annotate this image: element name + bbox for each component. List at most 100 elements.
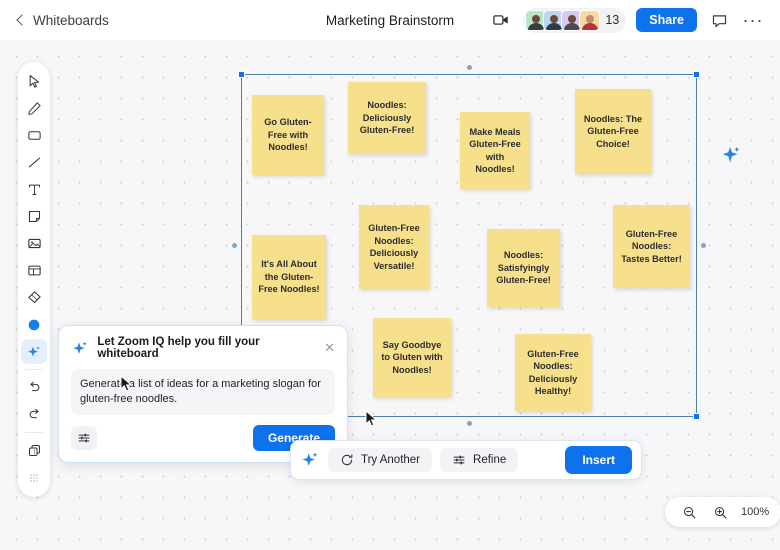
pencil-icon xyxy=(27,102,41,115)
grid-dots-icon xyxy=(30,473,38,482)
left-toolbar: 1 xyxy=(18,62,50,497)
zoom-in-button[interactable] xyxy=(708,500,732,524)
text-t-icon xyxy=(28,184,40,195)
chat-button[interactable] xyxy=(707,8,731,32)
sticky-note-4[interactable]: Noodles: The Gluten-Free Choice! xyxy=(575,89,651,174)
selection-mid-dot-top[interactable] xyxy=(466,65,472,70)
insert-button[interactable]: Insert xyxy=(565,446,632,474)
ai-result-action-bar: Try Another Refine Insert xyxy=(290,440,642,480)
sticky-note-6[interactable]: Gluten-Free Noodles: Deliciously Versati… xyxy=(359,205,429,289)
eraser-icon xyxy=(27,291,41,304)
selection-mid-dot-bottom[interactable] xyxy=(466,421,472,426)
template-layout-icon xyxy=(27,265,41,276)
text-tool[interactable] xyxy=(21,177,47,202)
line-tool[interactable] xyxy=(21,150,47,175)
sticky-note-text: Make Meals Gluten-Free with Noodles! xyxy=(469,126,521,175)
sparkle-icon xyxy=(73,341,87,354)
sticky-note-7[interactable]: Noodles: Satisfyingly Gluten-Free! xyxy=(487,229,560,307)
refine-button[interactable]: Refine xyxy=(440,448,519,472)
toolbar-drag-handle[interactable] xyxy=(21,465,47,490)
cursor-arrow-icon xyxy=(29,75,39,88)
try-another-button[interactable]: Try Another xyxy=(328,448,433,472)
undo-tool[interactable] xyxy=(21,375,47,400)
resize-handle-br[interactable] xyxy=(693,413,700,420)
ai-prompt-input[interactable]: Generate a list of ideas for a marketing… xyxy=(71,369,335,415)
sticky-note-tool[interactable] xyxy=(21,204,47,229)
sticky-note-2[interactable]: Noodles: Deliciously Gluten-Free! xyxy=(348,82,426,154)
participant-count: 13 xyxy=(605,13,620,27)
toolbar-divider-1 xyxy=(25,369,43,370)
magnifier-minus-icon xyxy=(683,506,695,518)
rectangle-icon xyxy=(27,131,41,140)
sticky-note-10[interactable]: Gluten-Free Noodles: Deliciously Healthy… xyxy=(515,334,591,411)
start-video-button[interactable] xyxy=(489,8,513,32)
zoom-control: 100% xyxy=(665,497,780,527)
ai-tool[interactable] xyxy=(21,339,47,364)
avatar-face xyxy=(531,14,540,23)
sparkle-icon xyxy=(722,146,740,162)
back-to-whiteboards-link[interactable]: Whiteboards xyxy=(16,12,109,28)
avatar-body xyxy=(581,22,599,30)
avatar-face xyxy=(585,14,594,23)
sticky-note-text: Noodles: Satisfyingly Gluten-Free! xyxy=(496,250,551,286)
video-camera-icon xyxy=(493,15,509,25)
chat-bubble-icon xyxy=(712,14,726,27)
redo-arrow-icon xyxy=(29,408,39,419)
sticky-note-text: Say Goodbye to Gluten with Noodles! xyxy=(381,339,443,375)
resize-handle-tr[interactable] xyxy=(693,71,700,78)
try-another-label: Try Another xyxy=(361,454,421,466)
undo-arrow-icon xyxy=(29,381,39,392)
close-icon[interactable]: ✕ xyxy=(324,341,335,354)
app-header: Whiteboards Marketing Brainstorm 13 Shar… xyxy=(0,0,780,40)
pen-tool[interactable] xyxy=(21,96,47,121)
sticky-note-text: Noodles: Deliciously Gluten-Free! xyxy=(359,100,415,136)
zoom-level-label: 100% xyxy=(741,506,770,518)
eraser-tool[interactable] xyxy=(21,285,47,310)
avatar-body xyxy=(527,22,545,30)
sliders-icon xyxy=(453,455,465,465)
sticky-note-8[interactable]: Gluten-Free Noodles: Tastes Better! xyxy=(613,205,690,288)
canvas-ai-sparkle-button[interactable] xyxy=(720,144,742,171)
color-circle-icon xyxy=(28,319,40,330)
sticky-note-9[interactable]: Say Goodbye to Gluten with Noodles! xyxy=(373,318,451,397)
refresh-circle-icon xyxy=(341,454,353,466)
sticky-note-text: Noodles: The Gluten-Free Choice! xyxy=(583,113,643,149)
avatar-face xyxy=(549,14,558,23)
participant-avatars[interactable]: 13 xyxy=(523,7,627,33)
back-label: Whiteboards xyxy=(33,12,109,28)
template-tool[interactable] xyxy=(21,258,47,283)
color-tool[interactable] xyxy=(21,312,47,337)
share-button[interactable]: Share xyxy=(636,8,697,32)
resize-handle-tl[interactable] xyxy=(238,71,245,78)
avatar-body xyxy=(545,22,563,30)
zoom-iq-card-title: Let Zoom IQ help you fill your whiteboar… xyxy=(97,336,260,360)
sticky-note-1[interactable]: Go Gluten-Free with Noodles! xyxy=(252,95,324,175)
prompt-settings-button[interactable] xyxy=(71,426,97,450)
avatar-body xyxy=(563,22,581,30)
line-icon xyxy=(28,157,40,168)
image-tool[interactable] xyxy=(21,231,47,256)
more-options-button[interactable]: ··· xyxy=(741,8,765,32)
selection-mid-dot-left[interactable] xyxy=(232,243,237,248)
svg-text:1: 1 xyxy=(33,450,36,456)
avatar-face xyxy=(567,14,576,23)
selection-mid-dot-right[interactable] xyxy=(701,243,706,248)
sticky-note-text: Gluten-Free Noodles: Deliciously Versati… xyxy=(368,223,420,271)
sticky-note-3[interactable]: Make Meals Gluten-Free with Noodles! xyxy=(460,112,530,189)
sticky-note-text: Go Gluten-Free with Noodles! xyxy=(264,117,312,153)
zoom-out-button[interactable] xyxy=(677,500,701,524)
chevron-left-icon xyxy=(16,13,28,26)
refine-label: Refine xyxy=(473,454,507,466)
redo-tool[interactable] xyxy=(21,402,47,427)
sticky-note-5[interactable]: It's All About the Gluten-Free Noodles! xyxy=(252,235,326,319)
select-tool[interactable] xyxy=(21,69,47,94)
image-icon xyxy=(27,238,41,249)
shape-tool[interactable] xyxy=(21,123,47,148)
sticky-note-text: Gluten-Free Noodles: Tastes Better! xyxy=(621,228,682,264)
ellipsis-icon: ··· xyxy=(742,10,764,30)
sliders-icon xyxy=(78,433,90,443)
pages-tool[interactable]: 1 xyxy=(21,438,47,463)
magnifier-plus-icon xyxy=(714,506,726,518)
sparkle-icon xyxy=(302,452,318,466)
avatar[interactable] xyxy=(579,9,601,31)
